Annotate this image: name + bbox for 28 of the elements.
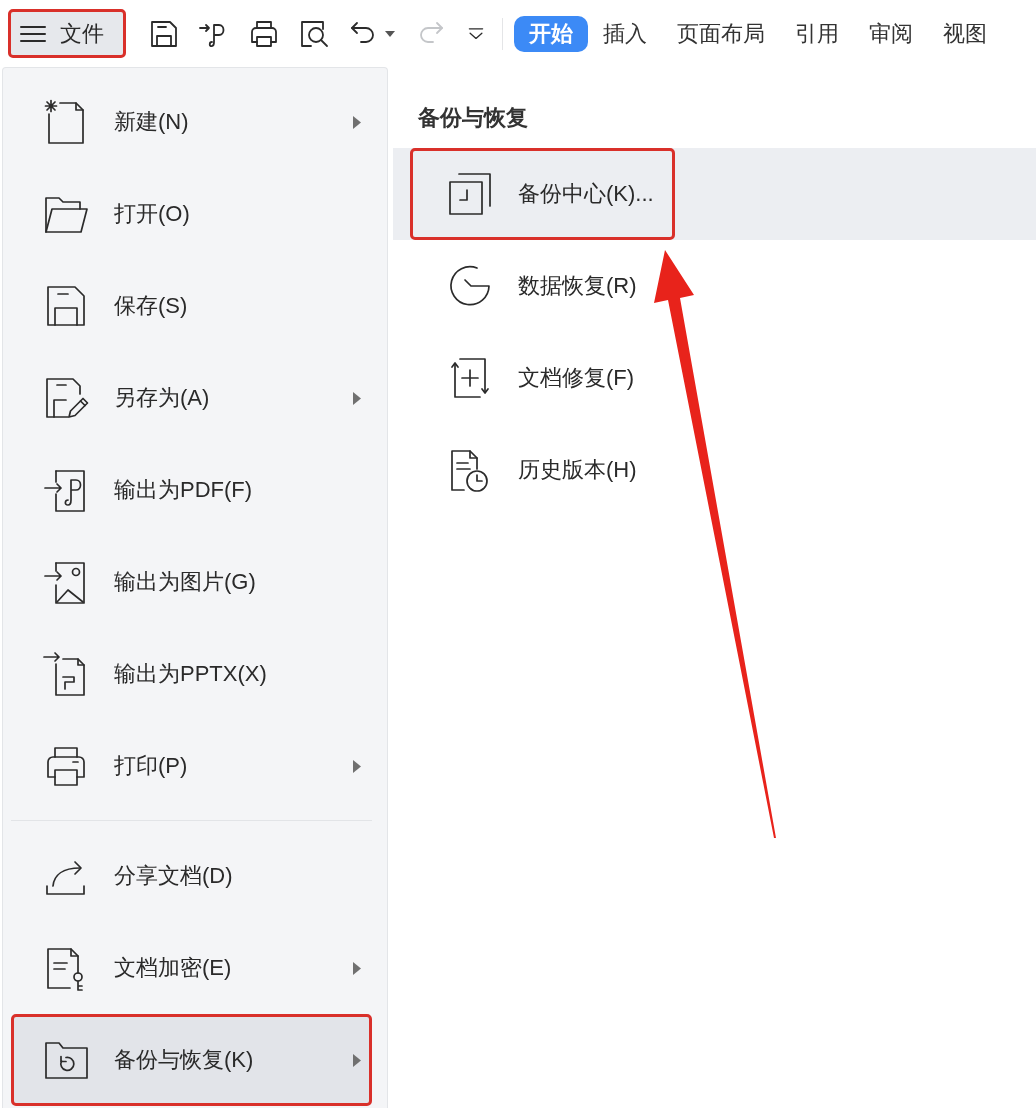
ribbon-tab[interactable]: 引用 (780, 15, 854, 52)
submenu-item[interactable]: 数据恢复(R) (393, 240, 1036, 332)
submenu-item[interactable]: 备份中心(K)... (393, 148, 1036, 240)
submenu-item[interactable]: 历史版本(H) (393, 424, 1036, 516)
floppy-pencil-icon (43, 375, 89, 421)
caret-icon[interactable] (385, 30, 395, 37)
ribbon-tab[interactable]: 页面布局 (662, 15, 780, 52)
stacked-squares-icon (447, 171, 493, 217)
menu-item[interactable]: 输出为PPTX(X) (11, 628, 372, 720)
printer-icon[interactable] (249, 18, 279, 49)
submenu-item[interactable]: 文档修复(F) (393, 332, 1036, 424)
menu-item[interactable]: 保存(S) (11, 260, 372, 352)
menu-item[interactable]: 打印(P) (11, 720, 372, 812)
menu-item[interactable]: 分享文档(D) (11, 830, 372, 922)
ribbon-tab[interactable]: 插入 (588, 15, 662, 52)
menu-item[interactable]: 打开(O) (11, 168, 372, 260)
file-button[interactable]: 文件 (8, 9, 126, 58)
menu-item[interactable]: 输出为PDF(F) (11, 444, 372, 536)
submenu-title: 备份与恢复 (418, 104, 529, 132)
ribbon-tab[interactable]: 视图 (928, 15, 1002, 52)
magnifier-icon[interactable] (299, 18, 329, 49)
menu-item[interactable]: 另存为(A) (11, 352, 372, 444)
ribbon-tab[interactable]: 审阅 (854, 15, 928, 52)
menu-item[interactable]: 输出为图片(G) (11, 536, 372, 628)
menu-icon (19, 24, 47, 43)
menu-item[interactable]: 备份与恢复(K) (11, 1014, 372, 1106)
menu-item[interactable]: 新建(N) (11, 76, 372, 168)
menu-item[interactable]: 文档加密(E) (11, 922, 372, 1014)
